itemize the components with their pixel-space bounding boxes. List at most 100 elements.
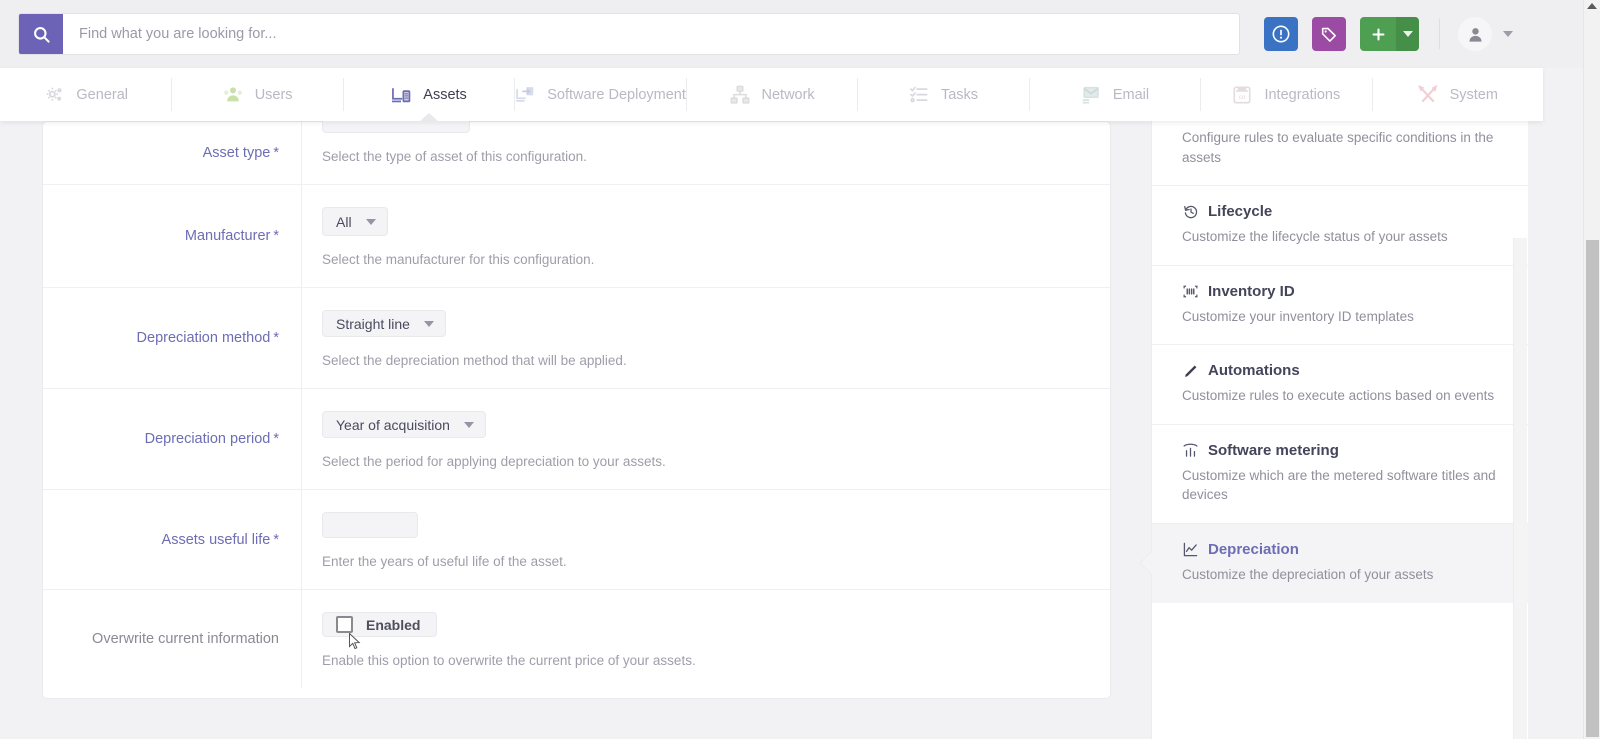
field-label: Depreciation method * [43, 288, 301, 388]
pencil-icon [1182, 362, 1199, 379]
sidebar-item-lifecycle[interactable]: Lifecycle Customize the lifecycle status… [1152, 185, 1528, 265]
form-row-assets-useful-life: Assets useful life * Enter the years of … [43, 489, 1110, 589]
chevron-down-icon [365, 218, 376, 225]
tab-label: General [76, 86, 128, 103]
alerts-button[interactable] [1264, 17, 1298, 51]
form-row-overwrite-current-information: Overwrite current information Enabled En… [43, 589, 1110, 688]
sidebar-item-inventory-id[interactable]: Inventory ID Customize your inventory ID… [1152, 264, 1528, 345]
overwrite-enabled-checkbox[interactable]: Enabled [322, 612, 438, 637]
global-search [18, 13, 1240, 55]
form-row-manufacturer: Manufacturer * All Select the manufactur… [43, 184, 1110, 287]
field-hint: Select the period for applying depreciat… [322, 454, 666, 469]
tab-label: Tasks [940, 86, 979, 103]
gear-icon [43, 84, 65, 106]
field-label: Assets useful life * [43, 490, 301, 589]
main-navigation: General Users Assets Software Deployment… [0, 68, 1543, 122]
required-marker: * [273, 431, 279, 447]
tools-icon [1417, 84, 1439, 106]
plus-icon[interactable] [1360, 17, 1396, 51]
sidebar-item-software-metering[interactable]: Software metering Customize which are th… [1152, 423, 1528, 523]
tab-label: Network [761, 86, 815, 103]
checkbox-icon[interactable] [336, 616, 353, 633]
field-body: Select the type of asset of this configu… [301, 100, 1110, 184]
sidebar-item-desc: Customize rules to execute actions based… [1182, 388, 1495, 404]
dropdown-value: All [336, 213, 352, 230]
sidebar-item-automations[interactable]: Automations Customize rules to execute a… [1152, 344, 1528, 424]
application-window: General Users [0, 0, 1600, 739]
toolbar-divider [1439, 19, 1440, 49]
search-input[interactable] [63, 14, 1239, 54]
sidebar-item-desc: Customize the lifecycle status of your a… [1182, 229, 1448, 245]
avatar[interactable] [1458, 17, 1492, 51]
depreciation-period-dropdown[interactable]: Year of acquisition [322, 411, 486, 438]
form-row-asset-type: Asset type * Select the type of asset of… [43, 100, 1110, 184]
bar-chart-icon [1182, 442, 1199, 459]
tab-system[interactable]: System [1371, 68, 1543, 121]
sidebar-item-label: Automations [1208, 362, 1300, 380]
exclamation-circle-icon [1272, 25, 1290, 43]
add-button[interactable] [1360, 17, 1419, 51]
tab-general[interactable]: General [0, 68, 171, 121]
sidebar-item-depreciation[interactable]: Depreciation Customize the depreciation … [1152, 522, 1528, 603]
sidebar-item-health[interactable]: Health Configure rules to evaluate speci… [1152, 110, 1528, 185]
sidebar-item-label: Inventory ID [1208, 282, 1295, 300]
history-icon [1182, 203, 1199, 220]
form-row-depreciation-period: Depreciation period * Year of acquisitio… [43, 388, 1110, 489]
sidebar-item-desc: Customize your inventory ID templates [1182, 308, 1414, 324]
field-label-text: Asset type [202, 145, 271, 161]
assets-settings-sidebar: Health Configure rules to evaluate speci… [1151, 110, 1528, 739]
content-area: Asset type * Select the type of asset of… [0, 100, 1543, 739]
field-hint: Enable this option to overwrite the curr… [322, 653, 696, 668]
tab-tasks[interactable]: Tasks [857, 68, 1028, 121]
sidebar-item-title: Lifecycle [1182, 203, 1502, 220]
network-icon [729, 84, 751, 106]
tag-icon [1321, 26, 1336, 42]
user-menu[interactable] [1458, 17, 1513, 51]
active-tab-caret-icon [418, 113, 439, 122]
manufacturer-dropdown[interactable]: All [322, 207, 388, 236]
top-bar-actions [1264, 13, 1513, 55]
chevron-down-icon[interactable] [1503, 31, 1513, 37]
dropdown-value: Straight line [336, 315, 410, 332]
tab-label: Assets [423, 86, 467, 103]
field-label: Depreciation period * [43, 389, 301, 489]
field-label-text: Manufacturer [184, 228, 271, 244]
tab-label: Software Deployment [547, 86, 686, 103]
tab-users[interactable]: Users [171, 68, 342, 121]
field-label: Manufacturer * [43, 185, 301, 287]
sidebar-item-desc: Configure rules to evaluate specific con… [1182, 130, 1494, 165]
field-hint: Select the type of asset of this configu… [322, 149, 587, 164]
required-marker: * [273, 228, 279, 244]
tags-button[interactable] [1312, 17, 1346, 51]
search-icon[interactable] [19, 14, 63, 54]
line-chart-icon [1182, 541, 1199, 558]
svg-text:co: co [1239, 94, 1246, 101]
depreciation-method-dropdown[interactable]: Straight line [322, 310, 446, 337]
tab-email[interactable]: Email [1028, 68, 1200, 121]
sidebar-item-title: Software metering [1182, 442, 1502, 459]
barcode-icon [1182, 283, 1199, 300]
sidebar-item-title: Depreciation [1182, 541, 1502, 558]
add-dropdown-caret-icon[interactable] [1396, 17, 1419, 51]
chevron-down-icon [463, 421, 474, 428]
chevron-down-icon [423, 320, 434, 327]
sidebar-item-label: Software metering [1208, 441, 1339, 459]
tab-assets[interactable]: Assets [342, 68, 514, 122]
tab-network[interactable]: Network [685, 68, 857, 121]
tab-integrations[interactable]: co Integrations [1200, 68, 1371, 121]
sidebar-item-label: Lifecycle [1208, 203, 1273, 221]
depreciation-settings-form: Asset type * Select the type of asset of… [42, 100, 1111, 699]
scroll-up-arrow-icon[interactable] [1587, 3, 1597, 9]
checkbox-label: Enabled [366, 616, 421, 633]
tab-software-deployment[interactable]: Software Deployment [514, 68, 686, 121]
integrations-icon: co [1231, 84, 1253, 106]
form-row-depreciation-method: Depreciation method * Straight line Sele… [43, 287, 1110, 388]
tab-label: Users [254, 86, 293, 103]
panel-scrollbar[interactable] [1513, 238, 1527, 739]
field-body: Year of acquisition Select the period fo… [301, 389, 1110, 489]
sidebar-item-title: Inventory ID [1182, 283, 1502, 300]
window-scrollbar[interactable] [1583, 0, 1600, 739]
field-label-text: Depreciation period [144, 431, 271, 447]
scrollbar-thumb[interactable] [1586, 240, 1599, 737]
assets-useful-life-input[interactable] [322, 512, 418, 538]
